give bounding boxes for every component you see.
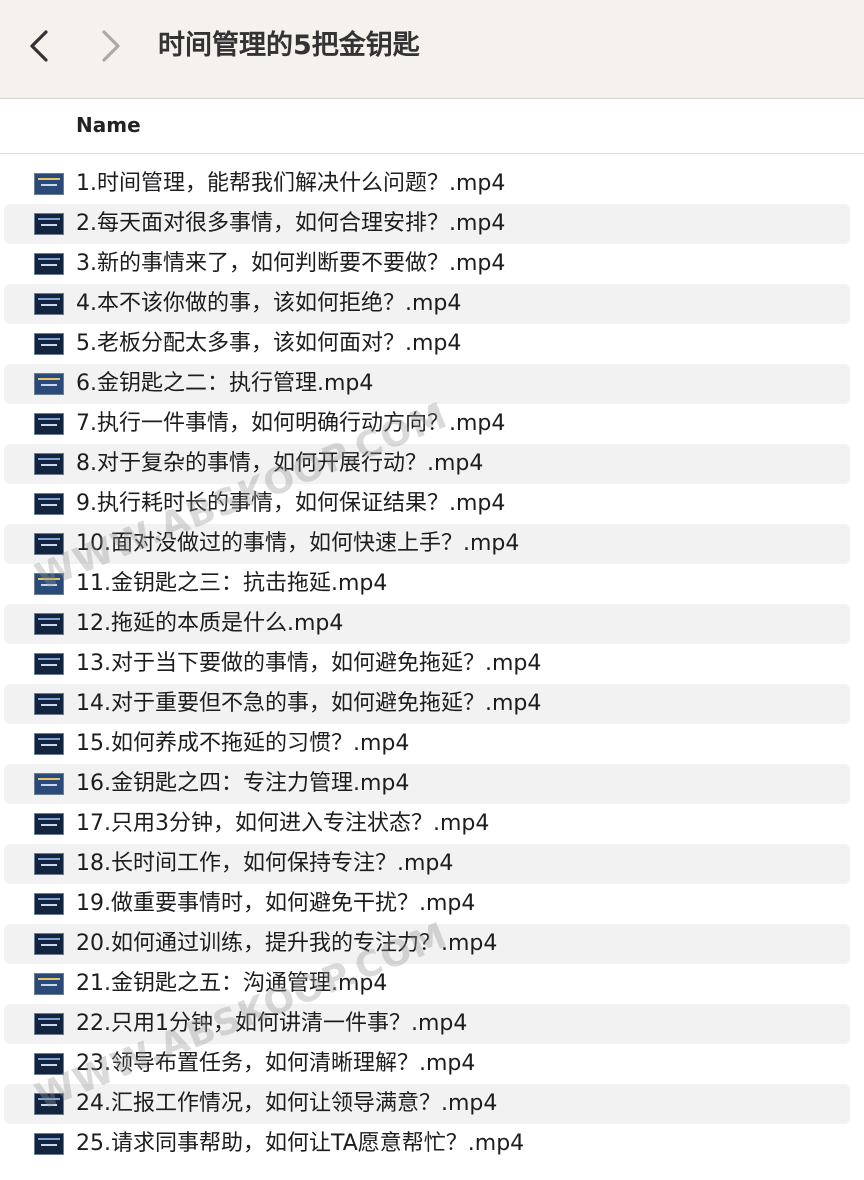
back-button[interactable] xyxy=(24,28,54,64)
video-thumbnail-icon xyxy=(34,613,64,635)
file-name: 16.金钥匙之四：专注力管理.mp4 xyxy=(76,771,410,796)
video-thumbnail-icon xyxy=(34,1013,64,1035)
file-name: 13.对于当下要做的事情，如何避免拖延？.mp4 xyxy=(76,651,542,676)
file-name: 6.金钥匙之二：执行管理.mp4 xyxy=(76,371,374,396)
file-name: 19.做重要事情时，如何避免干扰？.mp4 xyxy=(76,891,476,916)
video-thumbnail-icon xyxy=(34,653,64,675)
file-name: 22.只用1分钟，如何讲清一件事？.mp4 xyxy=(76,1011,468,1036)
file-name: 4.本不该你做的事，该如何拒绝？.mp4 xyxy=(76,291,462,316)
file-row[interactable]: 23.领导布置任务，如何清晰理解？.mp4 xyxy=(0,1044,864,1084)
file-name: 3.新的事情来了，如何判断要不要做？.mp4 xyxy=(76,251,506,276)
file-row[interactable]: 17.只用3分钟，如何进入专注状态？.mp4 xyxy=(0,804,864,844)
video-thumbnail-icon xyxy=(34,533,64,555)
file-name: 7.执行一件事情，如何明确行动方向？.mp4 xyxy=(76,411,506,436)
video-thumbnail-icon xyxy=(34,693,64,715)
file-name: 23.领导布置任务，如何清晰理解？.mp4 xyxy=(76,1051,476,1076)
file-name: 8.对于复杂的事情，如何开展行动？.mp4 xyxy=(76,451,484,476)
file-name: 20.如何通过训练，提升我的专注力？.mp4 xyxy=(76,931,498,956)
video-thumbnail-title-icon xyxy=(34,373,64,395)
file-name: 1.时间管理，能帮我们解决什么问题？.mp4 xyxy=(76,171,506,196)
file-row[interactable]: 4.本不该你做的事，该如何拒绝？.mp4 xyxy=(4,284,850,324)
video-thumbnail-icon xyxy=(34,933,64,955)
file-name: 21.金钥匙之五：沟通管理.mp4 xyxy=(76,971,388,996)
file-row[interactable]: 11.金钥匙之三：抗击拖延.mp4 xyxy=(0,564,864,604)
file-row[interactable]: 10.面对没做过的事情，如何快速上手？.mp4 xyxy=(4,524,850,564)
name-column-header[interactable]: Name xyxy=(76,111,141,139)
video-thumbnail-icon xyxy=(34,813,64,835)
video-thumbnail-icon xyxy=(34,413,64,435)
file-row[interactable]: 22.只用1分钟，如何讲清一件事？.mp4 xyxy=(4,1004,850,1044)
file-name: 25.请求同事帮助，如何让TA愿意帮忙？.mp4 xyxy=(76,1131,525,1156)
file-row[interactable]: 15.如何养成不拖延的习惯？.mp4 xyxy=(0,724,864,764)
video-thumbnail-icon xyxy=(34,1133,64,1155)
column-header: Name xyxy=(0,99,864,154)
file-row[interactable]: 5.老板分配太多事，该如何面对？.mp4 xyxy=(0,324,864,364)
file-row[interactable]: 7.执行一件事情，如何明确行动方向？.mp4 xyxy=(0,404,864,444)
file-name: 2.每天面对很多事情，如何合理安排？.mp4 xyxy=(76,211,506,236)
file-name: 5.老板分配太多事，该如何面对？.mp4 xyxy=(76,331,462,356)
file-row[interactable]: 6.金钥匙之二：执行管理.mp4 xyxy=(4,364,850,404)
file-row[interactable]: 13.对于当下要做的事情，如何避免拖延？.mp4 xyxy=(0,644,864,684)
video-thumbnail-icon xyxy=(34,493,64,515)
file-row[interactable]: 8.对于复杂的事情，如何开展行动？.mp4 xyxy=(4,444,850,484)
file-row[interactable]: 19.做重要事情时，如何避免干扰？.mp4 xyxy=(0,884,864,924)
file-name: 15.如何养成不拖延的习惯？.mp4 xyxy=(76,731,410,756)
file-row[interactable]: 16.金钥匙之四：专注力管理.mp4 xyxy=(4,764,850,804)
file-row[interactable]: 20.如何通过训练，提升我的专注力？.mp4 xyxy=(4,924,850,964)
file-row[interactable]: 1.时间管理，能帮我们解决什么问题？.mp4 xyxy=(0,164,864,204)
video-thumbnail-title-icon xyxy=(34,173,64,195)
file-name: 18.长时间工作，如何保持专注？.mp4 xyxy=(76,851,454,876)
file-name: 9.执行耗时长的事情，如何保证结果？.mp4 xyxy=(76,491,506,516)
video-thumbnail-icon xyxy=(34,1053,64,1075)
window-title: 时间管理的5把金钥匙 xyxy=(158,30,420,61)
file-row[interactable]: 9.执行耗时长的事情，如何保证结果？.mp4 xyxy=(0,484,864,524)
file-row[interactable]: 25.请求同事帮助，如何让TA愿意帮忙？.mp4 xyxy=(0,1124,864,1164)
video-thumbnail-icon xyxy=(34,853,64,875)
file-name: 11.金钥匙之三：抗击拖延.mp4 xyxy=(76,571,388,596)
file-row[interactable]: 14.对于重要但不急的事，如何避免拖延？.mp4 xyxy=(4,684,850,724)
video-thumbnail-icon xyxy=(34,1093,64,1115)
file-list: 1.时间管理，能帮我们解决什么问题？.mp4 2.每天面对很多事情，如何合理安排？… xyxy=(0,164,864,1164)
video-thumbnail-icon xyxy=(34,293,64,315)
video-thumbnail-icon xyxy=(34,253,64,275)
file-row[interactable]: 21.金钥匙之五：沟通管理.mp4 xyxy=(0,964,864,1004)
forward-button[interactable] xyxy=(96,28,126,64)
file-row[interactable]: 2.每天面对很多事情，如何合理安排？.mp4 xyxy=(4,204,850,244)
file-name: 10.面对没做过的事情，如何快速上手？.mp4 xyxy=(76,531,520,556)
chevron-right-icon xyxy=(102,30,120,62)
file-row[interactable]: 3.新的事情来了，如何判断要不要做？.mp4 xyxy=(0,244,864,284)
file-name: 17.只用3分钟，如何进入专注状态？.mp4 xyxy=(76,811,490,836)
file-row[interactable]: 12.拖延的本质是什么.mp4 xyxy=(4,604,850,644)
file-name: 24.汇报工作情况，如何让领导满意？.mp4 xyxy=(76,1091,498,1116)
file-row[interactable]: 18.长时间工作，如何保持专注？.mp4 xyxy=(4,844,850,884)
chevron-left-icon xyxy=(30,30,48,62)
video-thumbnail-icon xyxy=(34,453,64,475)
video-thumbnail-title-icon xyxy=(34,973,64,995)
video-thumbnail-icon xyxy=(34,893,64,915)
file-name: 12.拖延的本质是什么.mp4 xyxy=(76,611,344,636)
video-thumbnail-icon xyxy=(34,213,64,235)
file-row[interactable]: 24.汇报工作情况，如何让领导满意？.mp4 xyxy=(4,1084,850,1124)
video-thumbnail-title-icon xyxy=(34,573,64,595)
video-thumbnail-icon xyxy=(34,733,64,755)
file-name: 14.对于重要但不急的事，如何避免拖延？.mp4 xyxy=(76,691,542,716)
video-thumbnail-title-icon xyxy=(34,773,64,795)
video-thumbnail-icon xyxy=(34,333,64,355)
toolbar: 时间管理的5把金钥匙 xyxy=(0,0,864,99)
